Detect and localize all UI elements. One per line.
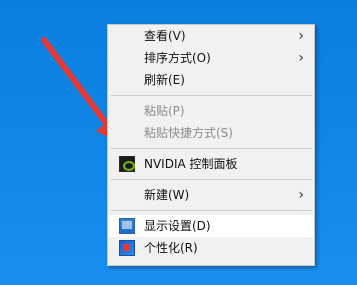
menu-item-refresh-label: 刷新(E): [144, 73, 185, 87]
menu-item-new-label: 新建(W): [144, 188, 190, 202]
menu-item-paste-label: 粘贴(P): [144, 104, 185, 118]
menu-item-nvidia-label: NVIDIA 控制面板: [144, 157, 238, 171]
menu-item-personalize-label: 个性化(R): [144, 241, 198, 255]
chevron-right-icon: ›: [298, 187, 304, 203]
menu-item-view[interactable]: 查看(V) ›: [108, 25, 314, 47]
menu-item-nvidia-control-panel[interactable]: NVIDIA 控制面板: [108, 153, 314, 175]
menu-item-refresh[interactable]: 刷新(E): [108, 69, 314, 91]
menu-item-display-settings[interactable]: 显示设置(D): [108, 215, 314, 237]
menu-item-view-label: 查看(V): [144, 29, 186, 43]
menu-separator: [110, 210, 312, 211]
chevron-right-icon: ›: [298, 50, 304, 66]
menu-separator: [110, 95, 312, 96]
personalize-icon: [119, 240, 135, 256]
nvidia-icon: [119, 156, 135, 172]
menu-item-display-settings-label: 显示设置(D): [144, 219, 211, 233]
menu-separator: [110, 179, 312, 180]
display-settings-icon: [119, 218, 135, 234]
menu-item-paste-shortcut-label: 粘贴快捷方式(S): [144, 126, 233, 140]
menu-item-personalize[interactable]: 个性化(R): [108, 237, 314, 259]
menu-item-sort-by-label: 排序方式(O): [144, 51, 211, 65]
chevron-right-icon: ›: [298, 28, 304, 44]
menu-item-sort-by[interactable]: 排序方式(O) ›: [108, 47, 314, 69]
menu-item-paste-shortcut: 粘贴快捷方式(S): [108, 122, 314, 144]
desktop-context-menu: 查看(V) › 排序方式(O) › 刷新(E) 粘贴(P) 粘贴快捷方式(S) …: [107, 24, 315, 266]
menu-separator: [110, 148, 312, 149]
menu-item-new[interactable]: 新建(W) ›: [108, 184, 314, 206]
menu-item-paste: 粘贴(P): [108, 100, 314, 122]
